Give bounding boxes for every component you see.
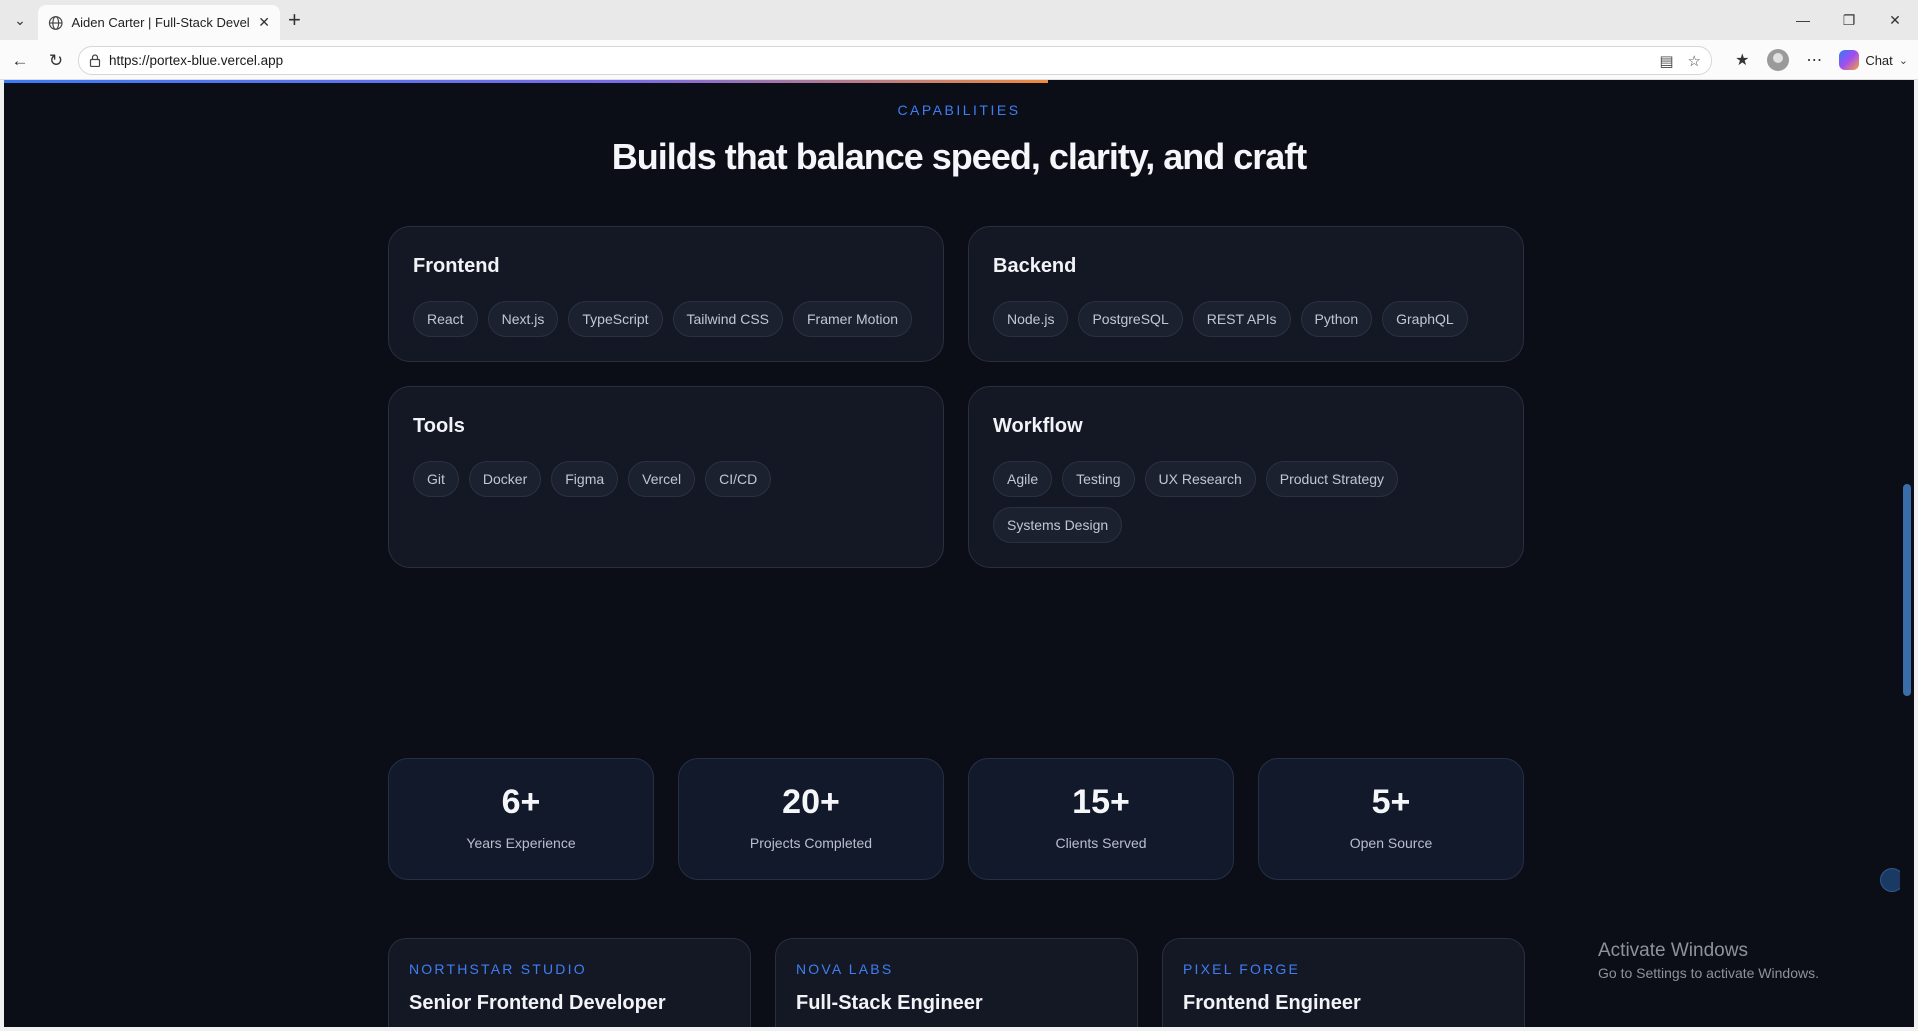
job-role: Full-Stack Engineer — [796, 992, 983, 1014]
skill-chip: Testing — [1062, 461, 1135, 497]
skill-card-title: Backend — [993, 255, 1077, 277]
skill-chip: React — [413, 301, 478, 337]
skill-chip: Figma — [551, 461, 619, 497]
scroll-progress-bar — [4, 80, 1048, 83]
skill-chip: Next.js — [487, 301, 559, 337]
url-text: https://portex-blue.vercel.app — [109, 53, 284, 68]
address-bar-actions: ▤ ☆ — [1659, 52, 1701, 70]
close-tab-icon[interactable]: ✕ — [258, 14, 270, 31]
skill-chip: Product Strategy — [1265, 461, 1399, 497]
new-tab-icon[interactable]: + — [288, 9, 301, 31]
skill-chip-list: React Next.js TypeScript Tailwind CSS Fr… — [413, 301, 923, 337]
skill-chip: UX Research — [1144, 461, 1256, 497]
stat-card: 15+ Clients Served — [968, 758, 1234, 880]
refresh-icon[interactable]: ↻ — [45, 50, 67, 72]
company-name: NORTHSTAR STUDIO — [409, 961, 587, 977]
chevron-down-icon: ⌄ — [1898, 54, 1908, 67]
skill-chip: Framer Motion — [793, 301, 913, 337]
restore-icon[interactable]: ❐ — [1826, 0, 1872, 40]
active-tab[interactable]: Aiden Carter | Full-Stack Developer ✕ — [38, 5, 280, 40]
skill-card-backend: Backend Node.js PostgreSQL REST APIs Pyt… — [968, 226, 1524, 362]
minimize-icon[interactable]: — — [1780, 0, 1826, 40]
skill-card-title: Workflow — [993, 415, 1083, 437]
skill-card-title: Tools — [413, 415, 465, 437]
page-scrollbar[interactable] — [1900, 80, 1914, 1027]
favorite-star-icon[interactable]: ☆ — [1688, 52, 1701, 70]
profile-avatar[interactable] — [1767, 49, 1790, 71]
reading-view-icon[interactable]: ▤ — [1659, 52, 1673, 70]
globe-icon — [48, 15, 63, 30]
skill-chip: Docker — [468, 461, 542, 497]
copilot-icon — [1839, 50, 1860, 70]
skill-card-workflow: Workflow Agile Testing UX Research Produ… — [968, 386, 1524, 568]
skill-chip: Node.js — [993, 301, 1069, 337]
address-toolbar: ← ↻ https://portex-blue.vercel.app ▤ ☆ ★… — [0, 40, 1918, 80]
company-name: NOVA LABS — [796, 961, 894, 977]
skill-chip: Systems Design — [993, 507, 1123, 543]
skill-chip: Tailwind CSS — [672, 301, 783, 337]
skill-chip: CI/CD — [705, 461, 772, 497]
copilot-chat-button[interactable]: Chat ⌄ — [1839, 50, 1908, 70]
skill-card-frontend: Frontend React Next.js TypeScript Tailwi… — [388, 226, 944, 362]
stat-value: 20+ — [782, 783, 840, 821]
activation-title: Activate Windows — [1598, 940, 1748, 961]
stat-value: 6+ — [501, 783, 541, 821]
skill-chip-list: Git Docker Figma Vercel CI/CD — [413, 461, 923, 497]
page-viewport: CAPABILITIES Builds that balance speed, … — [4, 80, 1914, 1027]
job-role: Senior Frontend Developer — [409, 992, 666, 1014]
stat-card: 20+ Projects Completed — [678, 758, 944, 880]
stat-value: 15+ — [1072, 783, 1130, 821]
tab-title: Aiden Carter | Full-Stack Developer — [71, 15, 250, 30]
experience-card: NORTHSTAR STUDIO Senior Frontend Develop… — [388, 938, 751, 1027]
stat-label: Clients Served — [1055, 835, 1147, 851]
experience-card: NOVA LABS Full-Stack Engineer — [775, 938, 1138, 1027]
address-bar[interactable]: https://portex-blue.vercel.app ▤ ☆ — [78, 46, 1712, 75]
close-window-icon[interactable]: ✕ — [1872, 0, 1918, 40]
skill-card-title: Frontend — [413, 255, 500, 277]
skill-chip: Python — [1300, 301, 1373, 337]
windows-activation-watermark: Activate Windows Go to Settings to activ… — [1598, 940, 1819, 981]
stat-card: 6+ Years Experience — [388, 758, 654, 880]
favorites-icon[interactable]: ★ — [1731, 50, 1753, 70]
chat-label: Chat — [1865, 52, 1893, 68]
skill-chip: Vercel — [628, 461, 696, 497]
scrollbar-thumb[interactable] — [1903, 484, 1911, 696]
skill-chip-list: Node.js PostgreSQL REST APIs Python Grap… — [993, 301, 1503, 337]
activation-subtitle: Go to Settings to activate Windows. — [1598, 965, 1819, 981]
browser-toolbar: ★ ⋯ Chat ⌄ — [1731, 40, 1918, 80]
back-icon[interactable]: ← — [9, 50, 31, 72]
experience-card: PIXEL FORGE Frontend Engineer — [1162, 938, 1525, 1027]
job-role: Frontend Engineer — [1183, 992, 1361, 1014]
section-headline: Builds that balance speed, clarity, and … — [611, 136, 1308, 177]
skill-chip: TypeScript — [568, 301, 663, 337]
skill-card-tools: Tools Git Docker Figma Vercel CI/CD — [388, 386, 944, 568]
skill-chip: Agile — [993, 461, 1053, 497]
company-name: PIXEL FORGE — [1183, 961, 1301, 977]
skill-chip: GraphQL — [1382, 301, 1468, 337]
skill-chip: REST APIs — [1192, 301, 1291, 337]
stat-value: 5+ — [1371, 783, 1411, 821]
stat-label: Open Source — [1349, 835, 1433, 851]
tab-strip: ⌄ Aiden Carter | Full-Stack Developer ✕ … — [0, 0, 1918, 40]
skill-chip: PostgreSQL — [1078, 301, 1183, 337]
section-eyebrow: CAPABILITIES — [897, 102, 1021, 118]
tab-list-chevron-icon[interactable]: ⌄ — [8, 8, 32, 32]
more-menu-icon[interactable]: ⋯ — [1803, 50, 1825, 70]
stat-label: Years Experience — [466, 835, 576, 851]
skill-chip-list: Agile Testing UX Research Product Strate… — [993, 461, 1503, 543]
stat-label: Projects Completed — [749, 835, 873, 851]
stat-card: 5+ Open Source — [1258, 758, 1524, 880]
lock-icon — [89, 54, 101, 67]
window-controls: — ❐ ✕ — [1780, 0, 1918, 40]
skill-chip: Git — [413, 461, 459, 497]
